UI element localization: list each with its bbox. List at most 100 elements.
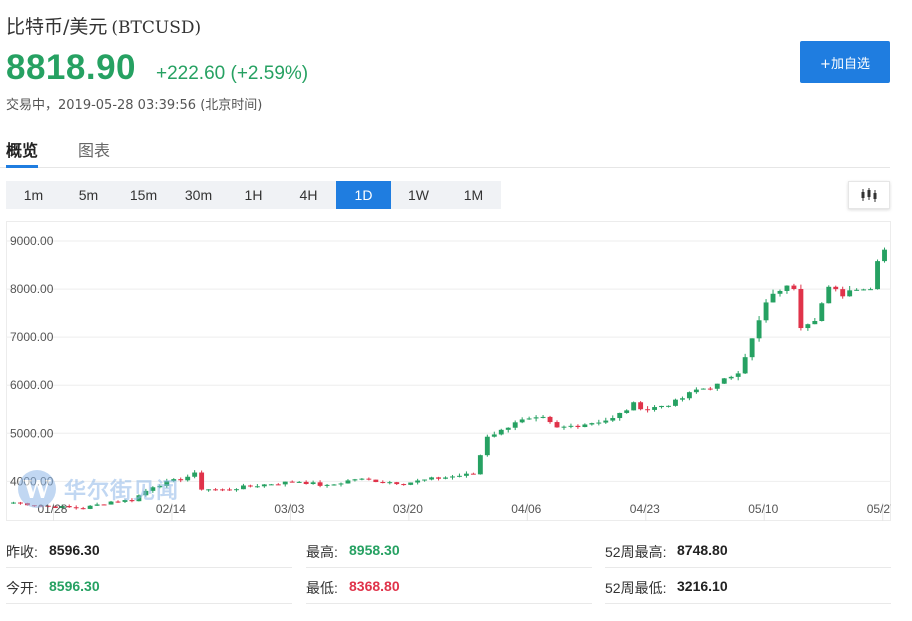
tab-bar: 概览 图表: [0, 130, 890, 168]
candle-body: [638, 402, 644, 410]
candle-body: [735, 373, 741, 377]
candle-body: [268, 484, 274, 486]
candle-body: [415, 480, 421, 483]
add-to-watchlist-button[interactable]: +加自选: [800, 41, 890, 83]
candle-body: [352, 479, 358, 481]
candle-body: [603, 420, 609, 423]
candle-body: [693, 389, 699, 393]
candle-body: [561, 426, 567, 428]
stat-52wk-low: 52周最低: 3216.10: [605, 568, 891, 604]
asset-symbol: (BTCUSD): [111, 18, 202, 38]
candle-body: [652, 407, 658, 410]
candle-body: [847, 290, 853, 297]
candle-body: [624, 410, 630, 413]
candle-body: [345, 480, 351, 484]
period-4h[interactable]: 4H: [281, 181, 336, 209]
stat-value: 8958.30: [349, 542, 400, 558]
stat-value: 3216.10: [677, 578, 728, 594]
candle-body: [777, 290, 783, 294]
candle-body: [568, 425, 574, 427]
x-tick-label: 03/20: [393, 502, 423, 516]
candle-body: [659, 405, 664, 408]
candle-body: [359, 478, 365, 480]
candle-body: [742, 357, 748, 374]
candle-body: [199, 472, 205, 490]
page-title: 比特币/美元 (BTCUSD): [6, 12, 201, 39]
period-1m[interactable]: 1m: [6, 181, 61, 209]
period-1h[interactable]: 1H: [226, 181, 281, 209]
stat-value: 8596.30: [49, 578, 100, 594]
candle-body: [331, 484, 337, 486]
current-price: 8818.90: [6, 48, 137, 87]
candle-body: [289, 481, 295, 483]
period-15m[interactable]: 15m: [116, 181, 171, 209]
candle-body: [436, 477, 441, 479]
candle-body: [686, 392, 692, 399]
candle-body: [317, 482, 323, 486]
stat-open: 今开: 8596.30: [6, 568, 292, 604]
tab-overview[interactable]: 概览: [6, 137, 38, 161]
candle-body: [728, 376, 734, 379]
candle-body: [805, 324, 811, 329]
y-tick-label: 9000.00: [10, 234, 54, 248]
candle-body: [540, 416, 546, 418]
chart-type-button[interactable]: [848, 181, 890, 209]
candle-body: [227, 489, 232, 491]
candle-body: [861, 289, 867, 291]
candle-body: [422, 479, 428, 481]
candle-body: [554, 422, 560, 428]
candle-body: [185, 476, 191, 481]
candle-body: [484, 436, 490, 456]
candle-body: [192, 472, 198, 477]
candle-body: [812, 320, 818, 325]
candle-body: [296, 481, 302, 483]
candle-body: [589, 423, 595, 425]
candle-body: [491, 434, 497, 437]
candle-body: [826, 286, 832, 304]
candle-body: [645, 409, 651, 411]
candle-body: [756, 320, 762, 339]
y-tick-label: 5000.00: [10, 426, 54, 440]
candle-body: [366, 478, 372, 480]
stat-low: 最低: 8368.80: [306, 568, 592, 604]
candle-body: [380, 482, 386, 484]
period-5m[interactable]: 5m: [61, 181, 116, 209]
x-tick-label: 05/27: [867, 502, 891, 516]
period-30m[interactable]: 30m: [171, 181, 226, 209]
candle-body: [512, 422, 518, 428]
candle-body: [470, 473, 476, 475]
y-tick-label: 8000.00: [10, 282, 54, 296]
candle-body: [840, 289, 846, 297]
candle-body: [80, 508, 86, 510]
tab-chart[interactable]: 图表: [78, 137, 110, 161]
period-1mo[interactable]: 1M: [446, 181, 501, 209]
candle-body: [791, 285, 797, 289]
price-change: +222.60 (+2.59%): [156, 63, 309, 84]
candle-body: [784, 285, 790, 291]
candle-body: [882, 249, 887, 262]
stat-label: 最高:: [306, 544, 338, 560]
candle-body: [450, 476, 455, 478]
period-1d[interactable]: 1D: [336, 181, 391, 209]
stat-label: 52周最低:: [605, 580, 667, 596]
candle-body: [387, 482, 393, 484]
candle-body: [213, 489, 219, 491]
watermark-logo-icon: W: [18, 470, 56, 508]
candle-body: [854, 289, 860, 291]
candle-body: [631, 402, 637, 411]
candle-body: [714, 383, 720, 389]
candle-body: [533, 417, 539, 419]
period-1w[interactable]: 1W: [391, 181, 446, 209]
period-selector: 1m 5m 15m 30m 1H 4H 1D 1W 1M: [6, 181, 501, 209]
candle-body: [749, 338, 755, 358]
candle-body: [707, 388, 713, 390]
candle-body: [254, 486, 260, 488]
candle-body: [324, 484, 330, 486]
candle-body: [721, 378, 727, 384]
candle-body: [763, 302, 769, 321]
candle-body: [261, 484, 267, 487]
candlestick-icon: [861, 188, 877, 202]
asset-name: 比特币/美元: [6, 16, 108, 38]
candle-body: [833, 286, 839, 290]
candle-body: [443, 477, 448, 479]
